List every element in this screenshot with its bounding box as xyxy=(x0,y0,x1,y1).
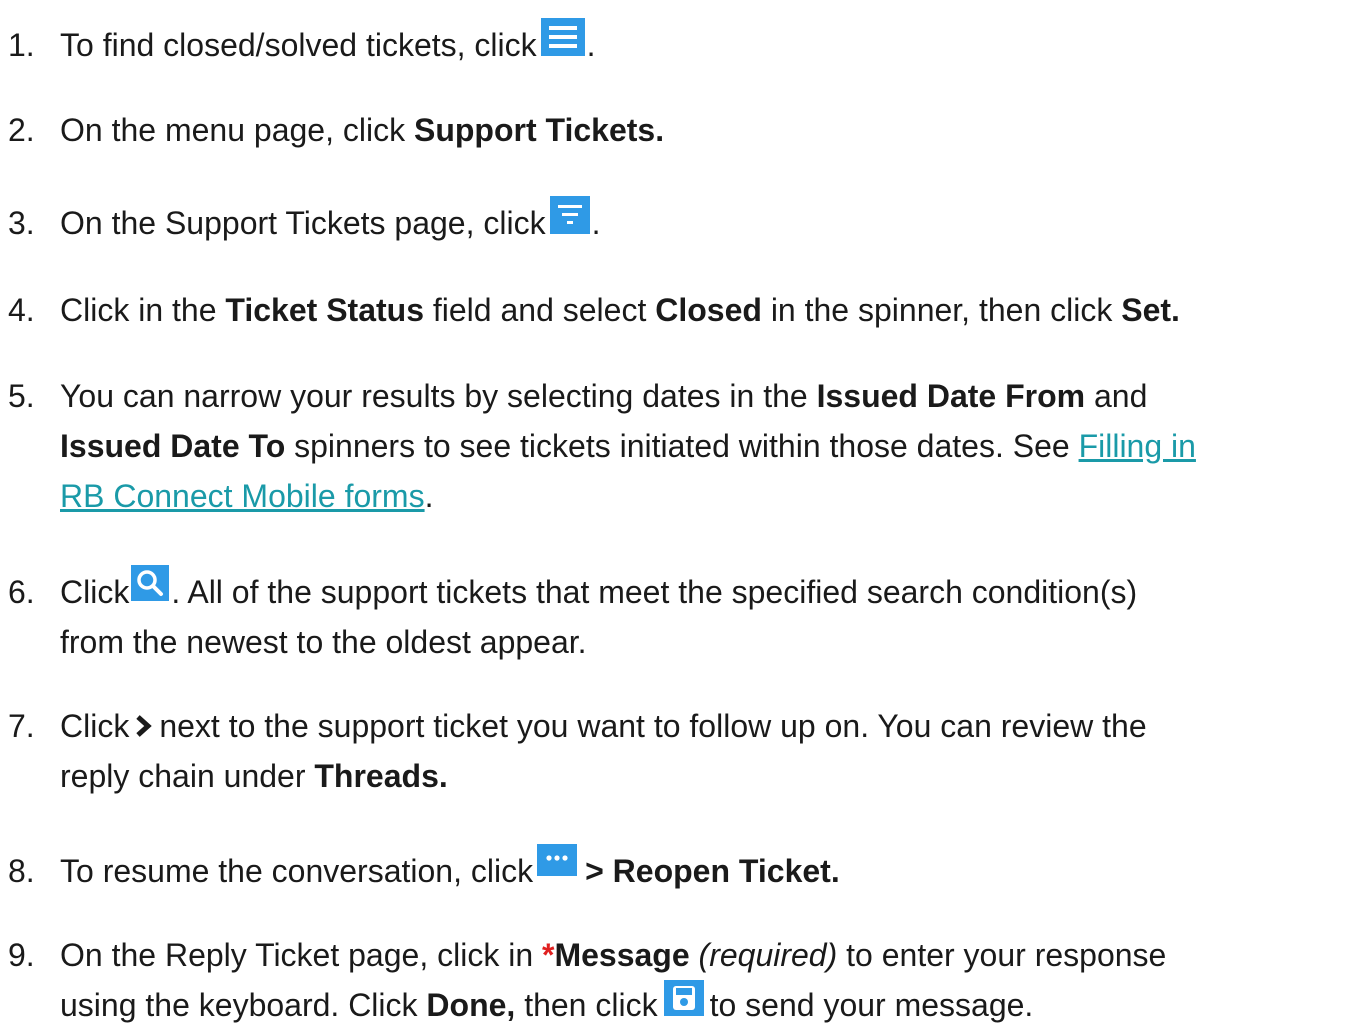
step-number: 4. xyxy=(8,292,35,328)
step-8: 8. To resume the conversation, click > Reo… xyxy=(0,844,840,896)
filter-icon xyxy=(549,196,590,234)
search-icon xyxy=(131,565,170,601)
filling-in-forms-link[interactable]: Filling in xyxy=(1079,428,1196,464)
step-number: 9. xyxy=(8,937,35,973)
step-number: 6. xyxy=(8,574,35,610)
step-6: 6. Click. All of the support tickets that… xyxy=(0,565,1137,667)
required-asterisk: * xyxy=(542,937,555,973)
step-9: 9. On the Reply Ticket page, click in *Me… xyxy=(0,930,1166,1030)
step-number: 3. xyxy=(8,205,35,241)
menu-icon xyxy=(540,18,585,56)
chevron-right-icon xyxy=(133,705,155,737)
step-1: 1. To find closed/solved tickets, click. xyxy=(0,18,596,70)
step-number: 5. xyxy=(8,378,35,414)
filling-in-forms-link-cont[interactable]: RB Connect Mobile forms xyxy=(60,478,425,514)
step-number: 2. xyxy=(8,112,35,148)
step-number: 8. xyxy=(8,853,35,889)
more-icon xyxy=(537,844,578,876)
step-5: 5. You can narrow your results by selecti… xyxy=(0,371,1196,521)
save-icon xyxy=(663,980,704,1016)
step-number: 1. xyxy=(8,27,35,63)
step-2: 2. On the menu page, click Support Ticket… xyxy=(0,105,664,155)
step-7: 7. Click next to the support ticket you wa… xyxy=(0,701,1147,801)
step-4: 4. Click in the Ticket Status field and s… xyxy=(0,285,1180,335)
step-3: 3. On the Support Tickets page, click. xyxy=(0,196,600,248)
step-number: 7. xyxy=(8,708,35,744)
